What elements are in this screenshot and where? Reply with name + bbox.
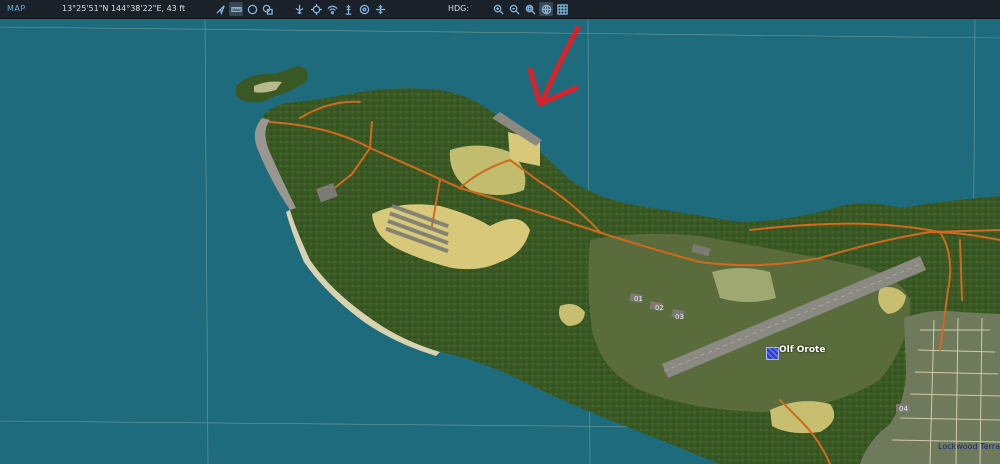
runway-marker: 03 [675, 313, 684, 321]
zoom-out-icon[interactable] [507, 2, 521, 16]
runway-marker: 02 [655, 304, 664, 312]
layers-icon[interactable] [260, 2, 274, 16]
ruler-icon[interactable] [229, 2, 243, 16]
map-app: MAP 13°25'51"N 144°38'22"E, 43 ft HDG: 0… [0, 0, 1000, 464]
runway-marker: 01 [634, 295, 643, 303]
circle-icon[interactable] [245, 2, 259, 16]
map-title: MAP [7, 4, 26, 13]
grid-icon[interactable] [555, 2, 569, 16]
aircraft-icon[interactable] [292, 2, 306, 16]
cursor-coordinates: 13°25'51"N 144°38'22"E, 43 ft [62, 4, 186, 13]
airfield-icon[interactable] [766, 347, 779, 360]
crosshair-icon[interactable] [309, 2, 323, 16]
navigation-arrow-icon[interactable] [213, 2, 227, 16]
cross-move-icon[interactable] [373, 2, 387, 16]
heading-label: HDG: [448, 4, 470, 13]
target-icon[interactable] [357, 2, 371, 16]
terrain-layer [0, 18, 1000, 464]
signal-icon[interactable] [325, 2, 339, 16]
toolbar: MAP 13°25'51"N 144°38'22"E, 43 ft HDG: [0, 0, 1000, 19]
zoom-in-icon[interactable] [491, 2, 505, 16]
runway-marker: 04 [899, 405, 908, 413]
globe-icon[interactable] [539, 2, 553, 16]
town-label: Lockwood Terrace [938, 442, 1000, 451]
zoom-fit-icon[interactable] [523, 2, 537, 16]
airfield-label[interactable]: Olf Orote [779, 345, 825, 355]
tower-icon[interactable] [341, 2, 355, 16]
map-view[interactable]: 01 02 03 04 Olf Orote Lockwood Terrace [0, 18, 1000, 464]
